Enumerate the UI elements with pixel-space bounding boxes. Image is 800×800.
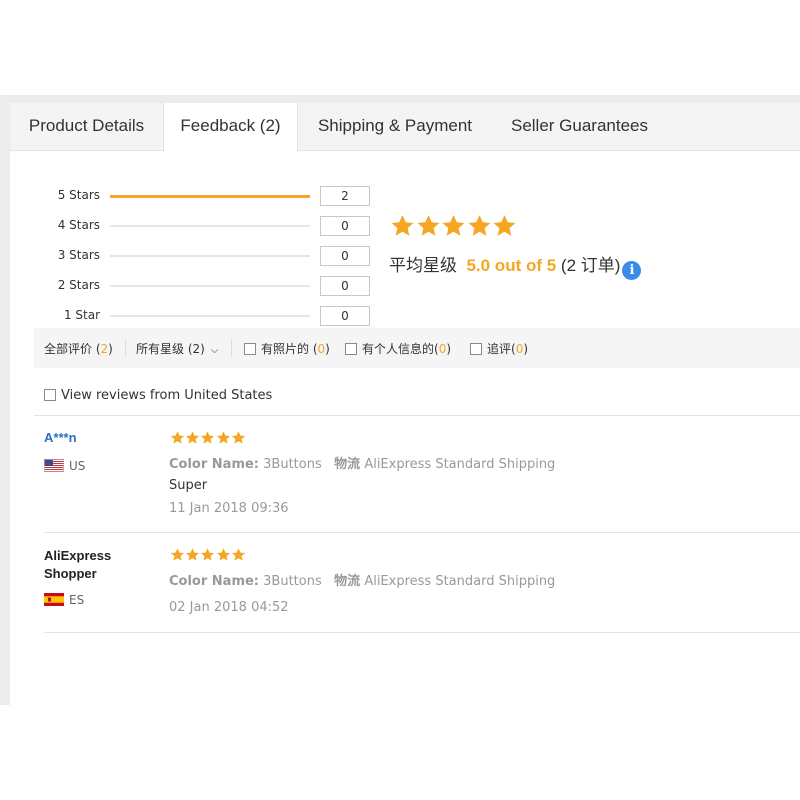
review-date: 02 Jan 2018 04:52 <box>169 600 289 615</box>
rating-label: 1 Star <box>63 308 100 322</box>
review-text: Super <box>169 478 208 493</box>
color-name-value: 3Buttons <box>263 457 322 472</box>
us-flag-icon <box>44 459 64 472</box>
rating-label: 3 Stars <box>57 248 100 262</box>
star-icon <box>391 215 414 236</box>
filter-with-photos[interactable]: 有照片的 (0) <box>244 340 330 357</box>
rating-label: 2 Stars <box>57 278 100 292</box>
star-icon <box>201 548 215 561</box>
star-icon <box>231 431 245 444</box>
average-star-rating <box>390 213 518 239</box>
rating-bar-fill <box>110 194 310 198</box>
reviewer-name[interactable]: A***n <box>44 429 144 447</box>
rating-row-3[interactable]: 3 Stars 0 <box>10 246 380 266</box>
tab-product-details[interactable]: Product Details <box>10 103 163 151</box>
star-filter-label: 所有星级 (2) <box>136 342 205 356</box>
filter-personal-label: 有个人信息的 <box>362 342 435 356</box>
star-icon <box>493 215 516 236</box>
tab-feedback[interactable]: Feedback (2) <box>163 103 298 152</box>
star-icon <box>442 215 465 236</box>
rating-row-5[interactable]: 5 Stars 2 <box>10 186 380 206</box>
follow-up-checkbox[interactable] <box>470 343 482 355</box>
review-attributes: Color Name: 3Buttons 物流 AliExpress Stand… <box>169 453 555 472</box>
color-name-value: 3Buttons <box>263 574 322 589</box>
rating-count: 0 <box>320 216 370 236</box>
filter-with-personal-info[interactable]: 有个人信息的(0) <box>345 340 451 357</box>
divider <box>44 632 800 633</box>
shipping-value: AliExpress Standard Shipping <box>364 574 556 589</box>
star-icon <box>231 548 245 561</box>
rating-count: 2 <box>320 186 370 206</box>
rating-bar <box>110 285 310 287</box>
star-icon <box>417 215 439 236</box>
star-icon <box>216 548 230 561</box>
rating-bar <box>110 194 310 198</box>
product-tabs-panel: Product Details Feedback (2) Shipping & … <box>0 95 800 705</box>
rating-label: 4 Stars <box>57 218 100 232</box>
shipping-value: AliExpress Standard Shipping <box>364 457 556 472</box>
average-rating-summary: 平均星级 5.0 out of 5 (2 订单) i <box>389 251 642 280</box>
average-value: 5.0 out of 5 <box>466 256 557 275</box>
reviewer-country: ES <box>44 593 84 607</box>
rating-count: 0 <box>320 306 370 326</box>
personal-info-checkbox[interactable] <box>345 343 357 355</box>
tab-shipping-payment[interactable]: Shipping & Payment <box>300 103 490 151</box>
filter-divider <box>231 339 232 357</box>
rating-row-2[interactable]: 2 Stars 0 <box>10 276 380 296</box>
filter-all-label: 全部评价 <box>44 342 93 356</box>
star-icon <box>170 548 185 561</box>
rating-row-4[interactable]: 4 Stars 0 <box>10 216 380 236</box>
rating-count: 0 <box>320 276 370 296</box>
rating-label: 5 Stars <box>57 188 100 202</box>
filter-photos-count: 0 <box>317 342 326 356</box>
country-code: US <box>69 459 86 473</box>
filter-personal-count: 0 <box>438 342 447 356</box>
filter-followup-count: 0 <box>515 342 524 356</box>
shipping-key: 物流 <box>334 457 361 472</box>
review-star-rating <box>170 430 246 446</box>
rating-bar <box>110 315 310 317</box>
filter-all-reviews[interactable]: 全部评价 (2) <box>44 340 113 357</box>
order-count: (2 订单) <box>560 256 621 275</box>
star-icon <box>186 431 200 444</box>
reviewer-country: US <box>44 459 85 473</box>
star-icon <box>201 431 215 444</box>
average-label: 平均星级 <box>389 256 457 275</box>
color-name-key: Color Name: <box>169 457 260 472</box>
country-code: ES <box>69 593 85 607</box>
es-flag-icon <box>44 593 64 606</box>
star-icon <box>468 215 490 236</box>
filter-divider <box>125 339 126 357</box>
review-star-rating <box>170 547 246 563</box>
review-date: 11 Jan 2018 09:36 <box>169 501 289 516</box>
us-reviews-checkbox[interactable] <box>44 389 56 401</box>
shipping-key: 物流 <box>334 574 361 589</box>
divider <box>34 415 800 416</box>
filter-all-count: 2 <box>100 342 109 356</box>
rating-bar <box>110 225 310 227</box>
star-icon <box>216 431 230 444</box>
rating-row-1[interactable]: 1 Star 0 <box>10 306 380 326</box>
review-filter-bar: 全部评价 (2) 所有星级 (2) ⌵ 有照片的 (0) 有个人信息的(0) 追评… <box>34 328 800 368</box>
color-name-key: Color Name: <box>169 574 260 589</box>
filter-photos-label: 有照片的 <box>261 342 310 356</box>
rating-bar <box>110 255 310 257</box>
star-icon <box>170 431 185 444</box>
filter-followup-label: 追评 <box>487 342 512 356</box>
tab-seller-guarantees[interactable]: Seller Guarantees <box>492 103 667 151</box>
rating-count: 0 <box>320 246 370 266</box>
us-reviews-filter[interactable]: View reviews from United States <box>44 388 272 403</box>
tab-bar: Product Details Feedback (2) Shipping & … <box>10 103 800 152</box>
reviewer-name: AliExpress Shopper <box>44 548 112 581</box>
info-icon[interactable]: i <box>622 261 642 280</box>
photos-checkbox[interactable] <box>244 343 256 355</box>
us-reviews-label: View reviews from United States <box>61 388 273 403</box>
review-attributes: Color Name: 3Buttons 物流 AliExpress Stand… <box>169 570 555 589</box>
filter-follow-up[interactable]: 追评(0) <box>470 340 528 357</box>
star-icon <box>186 548 200 561</box>
chevron-down-icon: ⌵ <box>210 345 219 356</box>
star-filter-dropdown[interactable]: 所有星级 (2) ⌵ <box>136 340 218 357</box>
divider <box>44 532 800 533</box>
